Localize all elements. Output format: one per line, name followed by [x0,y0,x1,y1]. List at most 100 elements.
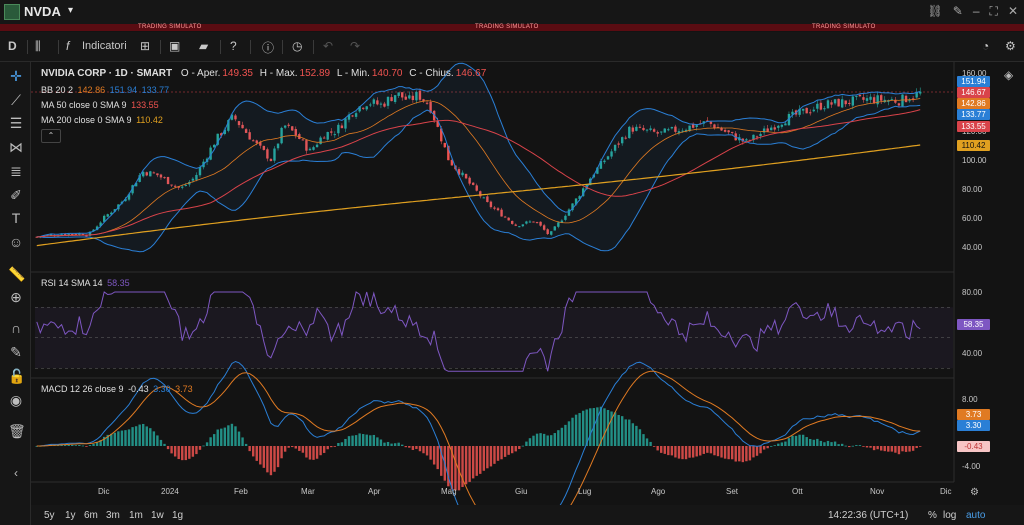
macd-histogram-bar [305,446,308,458]
macd-histogram-bar [755,446,759,456]
candle-body [106,214,109,217]
collapse-legend-button[interactable]: ⌃ [41,129,61,143]
macd-histogram-bar [78,445,81,446]
bb-up-badge: 151.94 [957,76,990,87]
macd-histogram-bar [780,442,784,446]
macd-histogram-bar [415,446,418,449]
close-badge: 146.67 [957,87,990,98]
rsi-tick: 80.00 [962,288,983,297]
macd-histogram-bar [748,446,752,461]
macd-histogram-bar [542,433,546,446]
macd-histogram-bar [787,438,791,446]
macd-histogram-bar [532,435,535,446]
macd-histogram-bar [805,437,808,446]
macd-histogram-bar [883,446,886,452]
macd-histogram-bar [663,446,666,454]
macd-histogram-bar [603,408,606,446]
macd-histogram-bar [170,446,173,454]
macd-histogram-bar [163,443,166,446]
macd-histogram-bar [738,446,741,462]
macd-histogram-bar [294,446,297,449]
macd-histogram-bar [574,414,578,446]
range-6m[interactable]: 6m [84,510,98,521]
percent-toggle[interactable]: % [928,510,937,521]
ma50-legend[interactable]: MA 50 close 0 SMA 9 133.55 [41,100,159,110]
macd-histogram-bar [475,446,478,476]
macd-histogram-bar [372,434,376,446]
macd-histogram-bar [198,446,202,450]
macd-histogram-bar [564,424,567,446]
macd-histogram-bar [127,429,131,446]
macd-histogram-bar [138,424,141,446]
macd-histogram-bar [464,446,468,485]
ma200-legend[interactable]: MA 200 close 0 SMA 9 110.42 [41,115,163,125]
bb-low-badge: 133.77 [957,109,990,120]
macd-histogram-bar [216,429,219,446]
macd-legend[interactable]: MACD 12 26 close 9 -0.43 3.30 3.73 [41,384,193,394]
macd-histogram-bar [283,446,287,452]
range-1m[interactable]: 1m [129,510,143,521]
close-value: 146.67 [455,68,487,79]
macd-histogram-bar [120,430,124,446]
macd-histogram-bar [330,446,333,448]
macd-histogram-bar [681,446,684,460]
macd-histogram-bar [340,442,344,446]
macd-histogram-bar [496,446,500,461]
macd-histogram-bar [386,441,390,446]
macd-histogram-bar [81,445,85,447]
range-3m[interactable]: 3m [106,510,120,521]
macd-histogram-bar [766,446,769,449]
macd-histogram-bar [890,446,894,452]
rsi-legend[interactable]: RSI 14 SMA 14 58.35 [41,278,130,288]
macd-histogram-bar [674,446,677,458]
range-5y[interactable]: 5y [44,510,55,521]
macd-histogram-bar [720,446,723,458]
macd-histogram-bar [691,446,695,458]
macd-histogram-bar [471,446,475,479]
macd-histogram-bar [887,446,890,452]
macd-histogram-bar [156,435,159,446]
macd-histogram-bar [670,446,674,456]
macd-histogram-bar [365,434,368,446]
ma200-label: MA 200 close 0 SMA 9 [41,115,132,125]
macd-histogram-bar [223,427,227,446]
macd-histogram-bar [269,446,273,476]
macd-histogram-bar [858,445,862,446]
main-legend: NVIDIA CORP · 1D · SMART O - Aper. 149.35… [41,68,486,79]
rsi-label: RSI 14 SMA 14 [41,278,103,288]
macd-histogram-bar [777,443,780,446]
macd-histogram-bar [454,446,457,491]
macd-histogram-bar [244,443,248,446]
bb-legend[interactable]: BB 20 2 142.86 151.94 133.77 [41,85,169,95]
macd-histogram-bar [255,446,258,461]
macd-histogram-bar [71,444,74,446]
range-1y[interactable]: 1y [65,510,76,521]
axis-settings-icon[interactable]: ⚙ [970,487,979,498]
macd-histogram-bar [770,445,773,447]
macd-histogram-bar [376,437,379,446]
range-1d[interactable]: 1g [172,510,183,521]
layers-icon[interactable]: ◈ [1004,68,1013,82]
macd-histogram-bar [312,446,315,460]
macd-histogram-bar [879,446,883,451]
log-toggle[interactable]: log [943,510,956,521]
macd-histogram-bar [408,446,411,448]
macd-histogram-bar [525,441,528,446]
macd-histogram-bar [589,408,592,446]
macd-histogram-bar [837,444,840,446]
low-label: L - Min. [336,68,370,79]
macd-histogram-bar [347,436,351,446]
time-label: Mag [441,487,457,496]
rsi-tick: 40.00 [962,349,983,358]
macd-histogram-bar [166,446,170,450]
macd-histogram-bar [326,446,329,450]
macd-histogram-bar [379,439,383,446]
bb-low-value: 133.77 [141,85,170,95]
macd-histogram-bar [390,443,393,446]
macd-histogram-bar [322,446,326,453]
rsi-pane [35,291,953,372]
macd-histogram-bar [134,426,138,446]
macd-histogram-bar [915,446,918,449]
auto-toggle[interactable]: auto [966,510,985,521]
range-1w[interactable]: 1w [151,510,164,521]
